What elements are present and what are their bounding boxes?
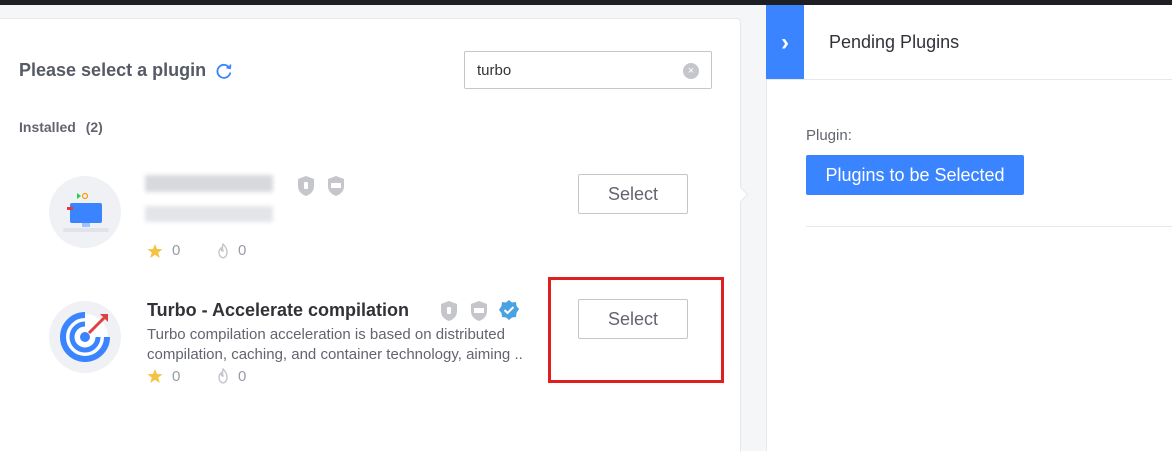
installed-heading: Installed (2) — [19, 119, 103, 135]
panel-header-divider — [766, 79, 1172, 80]
select-button[interactable]: Select — [578, 174, 688, 214]
security-badge-icon — [441, 301, 457, 321]
plugin-description: Turbo compilation acceleration is based … — [147, 326, 523, 363]
star-count: 0 — [172, 242, 181, 259]
star-count: 0 — [172, 368, 181, 385]
blurred-plugin-name — [145, 175, 273, 192]
panel-divider — [806, 226, 1172, 227]
monitor-icon — [63, 192, 109, 232]
refresh-icon[interactable] — [214, 61, 234, 81]
blurred-plugin-description — [145, 206, 273, 222]
fire-icon — [218, 368, 228, 384]
chevron-right-icon: › — [781, 28, 789, 56]
plugins-to-be-selected-button[interactable]: Plugins to be Selected — [806, 155, 1024, 195]
pending-plugins-panel — [766, 5, 1172, 451]
collapse-button[interactable]: › — [766, 5, 804, 80]
turbo-logo-icon — [60, 312, 110, 362]
install-count: 0 — [238, 242, 247, 259]
plugin-field-label: Plugin: — [806, 127, 852, 144]
star-icon — [147, 244, 163, 258]
highlight-annotation — [548, 277, 724, 383]
verified-icon — [499, 300, 519, 320]
plugin-avatar — [49, 176, 121, 248]
panel-title: Pending Plugins — [829, 32, 960, 52]
security-badge-icon — [298, 176, 314, 196]
installed-label: Installed — [19, 119, 76, 135]
install-count: 0 — [238, 368, 247, 385]
installed-count: (2) — [85, 119, 103, 135]
page-title: Please select a plugin — [19, 60, 207, 80]
clear-icon[interactable]: × — [683, 63, 699, 79]
sla-badge-icon — [471, 301, 487, 321]
search-field[interactable]: × — [464, 51, 712, 89]
sla-badge-icon — [328, 176, 344, 196]
plugin-name: Turbo - Accelerate compilation — [147, 300, 410, 320]
plugin-avatar — [49, 301, 121, 373]
star-icon — [147, 369, 163, 383]
search-input[interactable] — [477, 60, 677, 80]
fire-icon — [218, 243, 228, 259]
